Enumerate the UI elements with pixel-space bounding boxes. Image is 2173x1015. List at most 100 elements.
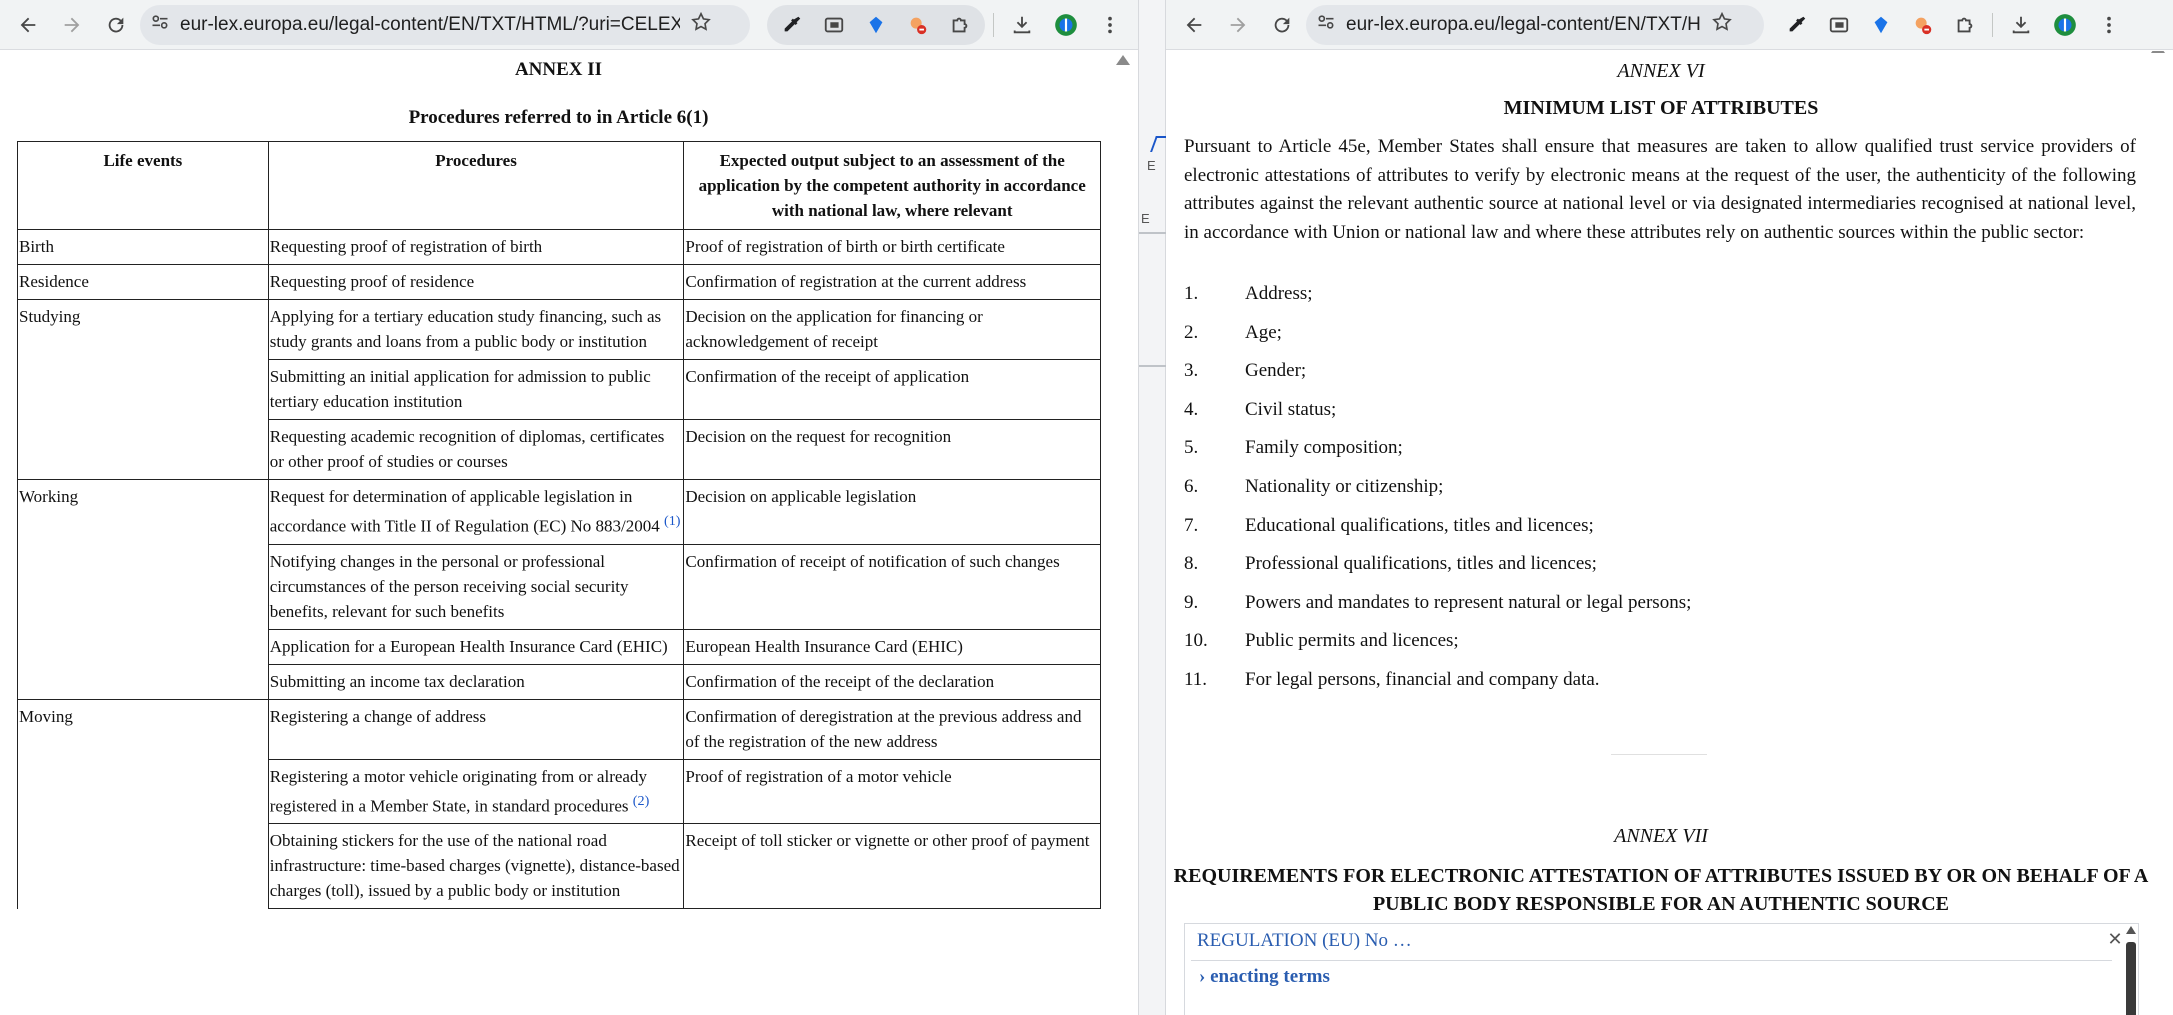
eyedropper-icon[interactable] — [773, 6, 811, 44]
regulation-link[interactable]: REGULATION (EU) No … — [1197, 930, 1412, 952]
section-divider — [1611, 754, 1707, 755]
extension-icon[interactable] — [941, 6, 979, 44]
more-menu-icon[interactable] — [1090, 5, 1130, 45]
list-item: 10. Public permits and licences; — [1184, 630, 2124, 669]
text-fragment: E — [1141, 211, 1150, 226]
reload-icon[interactable] — [96, 5, 136, 45]
nav-item-enacting-terms[interactable]: › enacting terms — [1199, 966, 1330, 988]
profile-icon[interactable] — [1046, 5, 1086, 45]
blue-extension-icon[interactable] — [1862, 6, 1900, 44]
bookmark-star-icon[interactable] — [1711, 11, 1733, 38]
download-icon[interactable] — [1002, 5, 1042, 45]
close-icon[interactable]: ✕ — [2104, 928, 2126, 950]
table-row: Notifying changes in the personal or pro… — [17, 543, 1101, 630]
annex-vii-title: REQUIREMENTS FOR ELECTRONIC ATTESTATION … — [1173, 865, 2149, 915]
list-item-number: 9. — [1184, 591, 1199, 613]
toolbar-separator — [993, 12, 994, 37]
table-row: Application for a European Health Insura… — [17, 628, 1101, 665]
nav-divider — [1191, 960, 2112, 961]
scroll-up-arrow[interactable] — [1116, 55, 1130, 65]
extension-icon[interactable] — [1946, 6, 1984, 44]
procedure-text: Notifying changes in the personal or pro… — [269, 551, 629, 621]
list-item-text: Civil status; — [1245, 398, 1337, 420]
life-event-cell: Birth — [17, 229, 269, 265]
list-item: 9. Powers and mandates to represent natur… — [1184, 592, 2124, 631]
site-settings-icon[interactable] — [150, 12, 170, 37]
table-row: Birth Requesting proof of registration of… — [17, 229, 1101, 265]
forward-arrow-icon[interactable] — [52, 5, 92, 45]
browser-toolbar: eur-lex.europa.eu/legal-content/EN/TXT/H… — [1166, 0, 2173, 50]
list-item-number: 2. — [1184, 321, 1199, 343]
back-arrow-icon[interactable] — [8, 5, 48, 45]
nav-item-label: enacting terms — [1210, 966, 1330, 987]
list-item: 2. Age; — [1184, 322, 2124, 361]
bookmark-star-icon[interactable] — [690, 11, 712, 38]
more-menu-icon[interactable] — [2089, 5, 2129, 45]
column-header: Life events — [17, 141, 269, 230]
list-item-text: Educational qualifications, titles and l… — [1245, 514, 1594, 536]
eyedropper-icon[interactable] — [1778, 6, 1816, 44]
screenshot-extension-icon[interactable] — [815, 6, 853, 44]
profile-icon[interactable] — [2045, 5, 2085, 45]
life-event-cell — [17, 823, 269, 909]
nav-scrollbar[interactable] — [2126, 942, 2136, 1015]
expected-output-cell: Decision on applicable legislation — [683, 479, 1101, 545]
procedure-cell: Registering a change of address — [267, 698, 685, 760]
download-icon[interactable] — [2001, 5, 2041, 45]
reload-icon[interactable] — [1262, 5, 1302, 45]
url-text: eur-lex.europa.eu/legal-content/EN/TXT/H… — [1346, 13, 1701, 35]
list-item: 5. Family composition; — [1184, 437, 2124, 476]
table-row: Obtaining stickers for the use of the na… — [17, 823, 1101, 910]
back-arrow-icon[interactable] — [1174, 5, 1214, 45]
column-header: Procedures — [267, 141, 685, 230]
expected-output-cell: Confirmation of registration at the curr… — [683, 264, 1101, 300]
nav-scroll-up-arrow[interactable] — [2126, 926, 2136, 934]
procedure-cell: Obtaining stickers for the use of the na… — [267, 823, 685, 910]
blocker-extension-icon[interactable] — [1904, 6, 1942, 44]
chevron-right-icon: › — [1199, 966, 1206, 987]
life-event-cell — [17, 359, 269, 420]
life-event-cell — [17, 544, 269, 630]
procedure-cell: Requesting academic recognition of diplo… — [267, 419, 685, 480]
scroll-up-arrow[interactable] — [2151, 51, 2165, 53]
address-bar[interactable]: eur-lex.europa.eu/legal-content/EN/TXT/H… — [140, 4, 750, 45]
screenshot-extension-icon[interactable] — [1820, 6, 1858, 44]
expected-output-cell: Confirmation of the receipt of applicati… — [683, 359, 1101, 420]
right-browser-window: eur-lex.europa.eu/legal-content/EN/TXT/H… — [1166, 0, 2173, 1015]
list-item-text: Age; — [1245, 321, 1282, 343]
list-item-number: 5. — [1184, 437, 1199, 459]
list-item: 7. Educational qualifications, titles and… — [1184, 515, 2124, 554]
table-row: Working Request for determination of appl… — [17, 479, 1101, 545]
procedure-text: Requesting proof of registration of birt… — [269, 237, 543, 256]
list-item: 3. Gender; — [1184, 360, 2124, 399]
list-item-number: 1. — [1184, 283, 1199, 304]
procedure-cell: Applying for a tertiary education study … — [267, 299, 685, 360]
life-event-cell — [17, 419, 269, 480]
procedure-text: Registering a motor vehicle originating … — [269, 766, 647, 816]
blue-extension-icon[interactable] — [857, 6, 895, 44]
url-text: eur-lex.europa.eu/legal-content/EN/TXT/H… — [180, 13, 680, 35]
procedure-cell: Submitting an initial application for ad… — [267, 359, 685, 420]
list-item: 6. Nationality or citizenship; — [1184, 476, 2124, 515]
forward-arrow-icon[interactable] — [1218, 5, 1258, 45]
life-event-cell — [17, 759, 269, 824]
right-page-content: ANNEX VI MINIMUM LIST OF ATTRIBUTES Purs… — [1166, 51, 2173, 1015]
expected-output-cell: Receipt of toll sticker or vignette or o… — [683, 823, 1101, 910]
footnote-link[interactable]: (2) — [633, 793, 650, 809]
blocker-extension-icon[interactable] — [899, 6, 937, 44]
procedure-cell: Notifying changes in the personal or pro… — [267, 543, 685, 630]
life-event-cell: Working — [17, 479, 269, 545]
list-item-number: 3. — [1184, 360, 1199, 382]
site-settings-icon[interactable] — [1316, 12, 1336, 37]
extensions-group — [767, 4, 986, 45]
list-item-text: Gender; — [1245, 360, 1307, 382]
life-event-cell: Moving — [17, 698, 269, 760]
list-item: 11. For legal persons, financial and comp… — [1184, 669, 2124, 708]
life-event-cell: Studying — [17, 299, 269, 360]
list-item-number: 7. — [1184, 514, 1199, 536]
annex-vi-heading: ANNEX VI — [1617, 60, 1705, 82]
footnote-link[interactable]: (1) — [664, 513, 681, 529]
address-bar[interactable]: eur-lex.europa.eu/legal-content/EN/TXT/H… — [1306, 4, 1764, 45]
list-item-number: 11. — [1184, 668, 1208, 690]
expected-output-cell: Proof of registration of a motor vehicle — [683, 758, 1101, 825]
